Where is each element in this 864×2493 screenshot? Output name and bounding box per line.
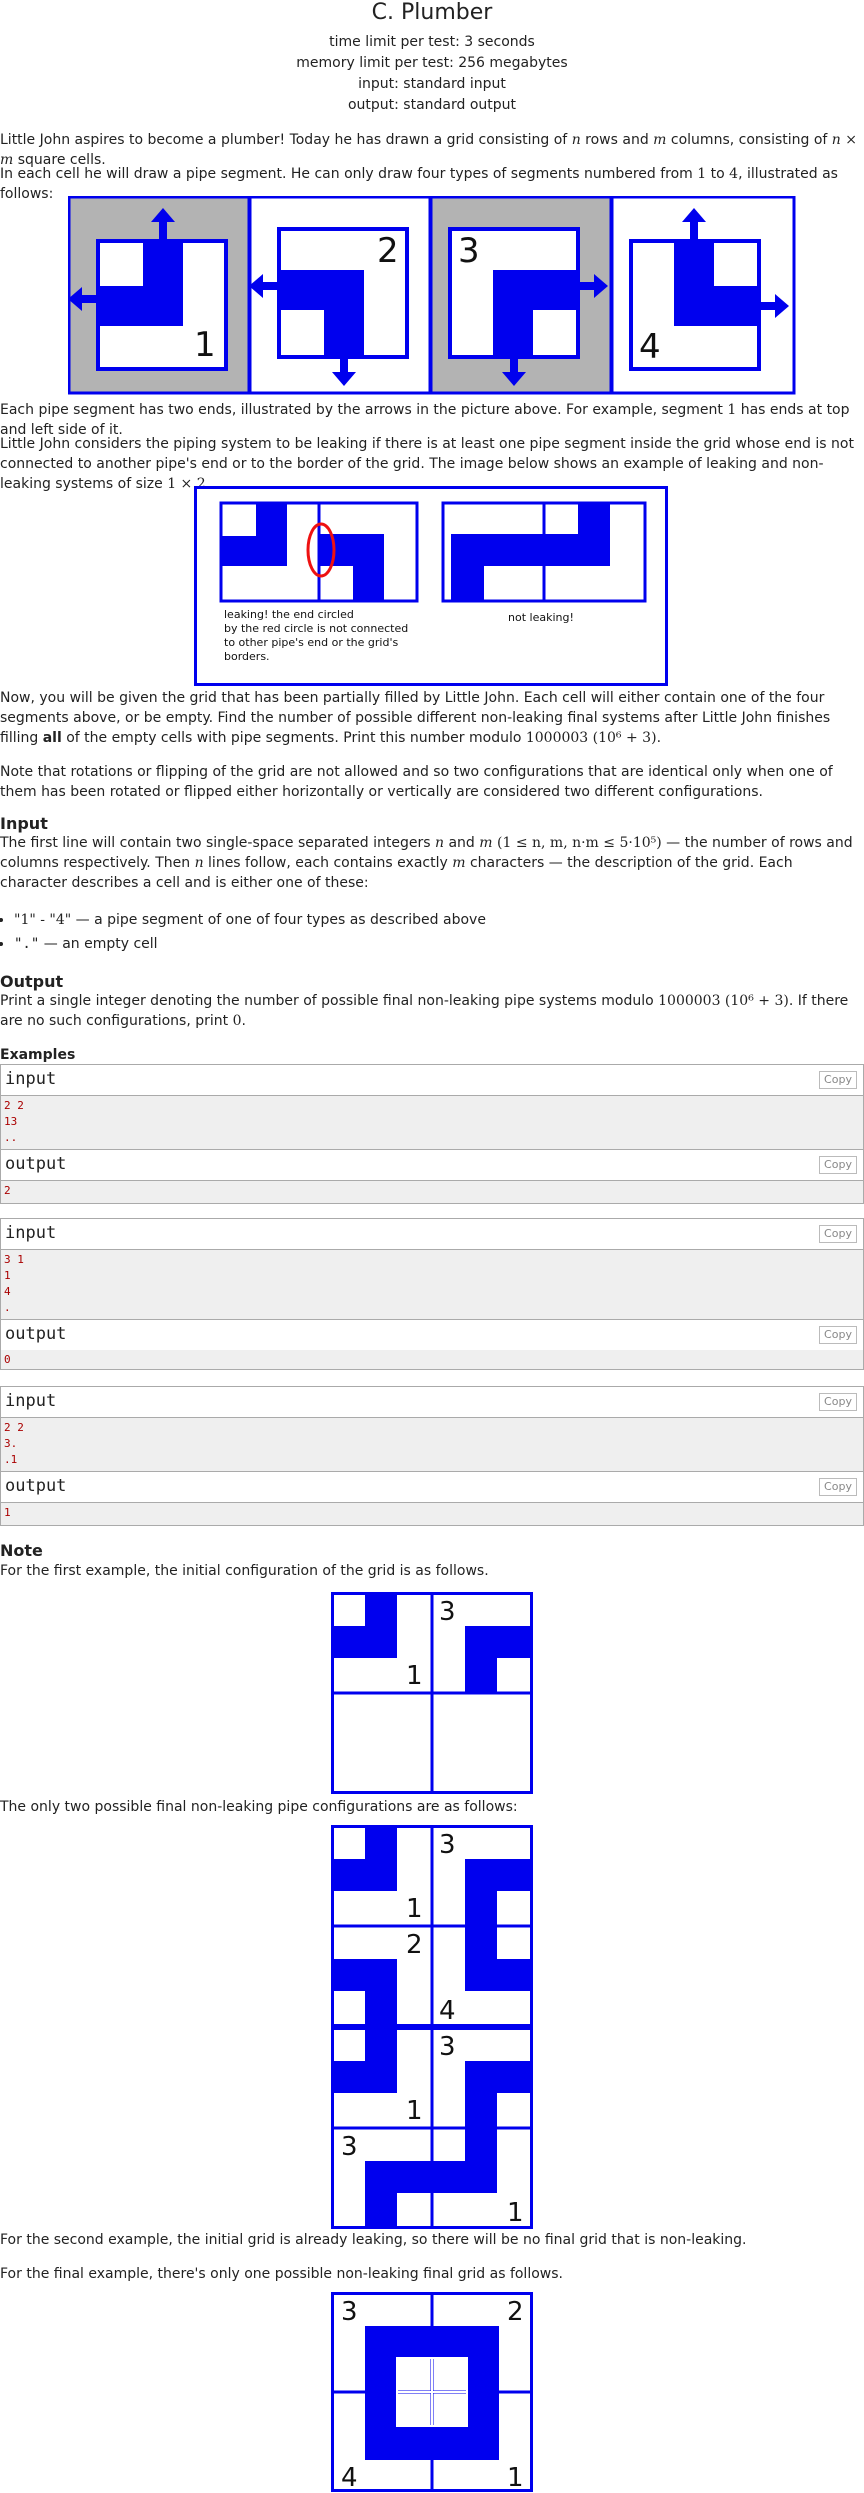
grid-label: 3 <box>439 1830 456 1860</box>
example-output-body: 0 <box>1 1350 863 1369</box>
example-2: input Copy 3 1 1 4 . output Copy 0 <box>0 1218 864 1370</box>
example-input-header: input Copy <box>1 1219 863 1250</box>
leak-figure: leaking! the end circled by the red circ… <box>194 486 668 686</box>
note-paragraph: For the second example, the initial grid… <box>0 2232 747 2248</box>
copy-input-button[interactable]: Copy <box>819 1225 857 1243</box>
grid-label: 3 <box>439 2032 456 2062</box>
grid-label: 1 <box>406 1894 423 1924</box>
not-leak-caption: not leaking! <box>508 611 574 624</box>
copy-output-button[interactable]: Copy <box>819 1478 857 1496</box>
example-3: input Copy 2 2 3. .1 output Copy 1 <box>0 1386 864 1526</box>
note-grid-final-example: 3 2 4 1 <box>331 2292 533 2492</box>
grid-label: 4 <box>341 2463 358 2492</box>
note-grid-initial: 1 3 <box>331 1592 533 1794</box>
grid-label: 1 <box>507 2198 524 2228</box>
example-input-body: 3 1 1 4 . <box>1 1250 863 1319</box>
examples-heading: Examples <box>0 1047 76 1063</box>
example-1: input Copy 2 2 13 .. output Copy 2 <box>0 1064 864 1204</box>
grid-label: 4 <box>439 1996 456 2026</box>
grid-label: 2 <box>406 1930 423 1960</box>
output-file: output: standard output <box>347 97 517 113</box>
copy-output-button[interactable]: Copy <box>819 1326 857 1344</box>
statement-paragraph: Little John considers the piping system … <box>0 436 854 492</box>
list-item: "1" - "4" — a pipe segment of one of fou… <box>14 908 864 932</box>
leak-caption-line: by the red circle is not connected <box>224 622 408 635</box>
pipe-types-figure: 1 2 3 4 <box>68 196 796 395</box>
input-heading: Input <box>0 814 48 833</box>
input-label: input <box>5 1223 57 1243</box>
note-grid-final-2: 1 3 3 1 <box>331 2027 533 2229</box>
example-input-header: input Copy <box>1 1387 863 1418</box>
note-heading: Note <box>0 1541 43 1560</box>
input-label: input <box>5 1391 57 1411</box>
output-paragraph: Print a single integer denoting the numb… <box>0 993 849 1029</box>
copy-input-button[interactable]: Copy <box>819 1071 857 1089</box>
note-paragraph: The only two possible final non-leaking … <box>0 1799 518 1815</box>
statement-paragraph: Now, you will be given the grid that has… <box>0 690 831 746</box>
pipe-3-label: 3 <box>458 231 480 271</box>
pipe-4-label: 4 <box>639 327 661 367</box>
note-paragraph: For the final example, there's only one … <box>0 2266 563 2282</box>
output-label: output <box>5 1476 67 1496</box>
example-input-body: 2 2 13 .. <box>1 1096 863 1149</box>
example-output-body: 2 <box>1 1181 863 1203</box>
grid-label: 2 <box>507 2297 524 2327</box>
example-input-header: input Copy <box>1 1065 863 1096</box>
pipe-2-label: 2 <box>377 231 399 271</box>
example-output-header: output Copy <box>1 1319 863 1351</box>
pipe-1-label: 1 <box>194 325 216 365</box>
output-label: output <box>5 1154 67 1174</box>
statement-paragraph: Note that rotations or flipping of the g… <box>0 764 833 800</box>
grid-label: 3 <box>439 1597 456 1627</box>
grid-label: 1 <box>406 2096 423 2126</box>
note-grid-final-1: 1 3 2 4 <box>331 1825 533 2027</box>
leak-caption-line: leaking! the end circled <box>224 608 354 621</box>
input-file: input: standard input <box>358 76 506 92</box>
leak-caption-line: borders. <box>224 650 270 663</box>
input-label: input <box>5 1069 57 1089</box>
example-output-header: output Copy <box>1 1149 863 1181</box>
example-output-body: 1 <box>1 1503 863 1525</box>
grid-label: 3 <box>341 2132 358 2162</box>
time-limit: time limit per test: 3 seconds <box>329 34 535 50</box>
grid-label: 3 <box>341 2297 358 2327</box>
output-label: output <box>5 1324 67 1344</box>
memory-limit: memory limit per test: 256 megabytes <box>296 55 568 71</box>
note-paragraph: For the first example, the initial confi… <box>0 1563 489 1579</box>
copy-input-button[interactable]: Copy <box>819 1393 857 1411</box>
grid-label: 1 <box>406 1661 423 1691</box>
grid-label: 1 <box>507 2463 524 2492</box>
output-heading: Output <box>0 972 64 991</box>
input-format-list: "1" - "4" — a pipe segment of one of fou… <box>0 908 864 956</box>
example-output-header: output Copy <box>1 1471 863 1503</box>
list-item: "." — an empty cell <box>14 932 864 956</box>
input-paragraph: The first line will contain two single-s… <box>0 835 853 891</box>
leak-caption-line: to other pipe's end or the grid's <box>224 636 398 649</box>
example-input-body: 2 2 3. .1 <box>1 1418 863 1471</box>
copy-output-button[interactable]: Copy <box>819 1156 857 1174</box>
problem-title: C. Plumber <box>371 0 493 25</box>
